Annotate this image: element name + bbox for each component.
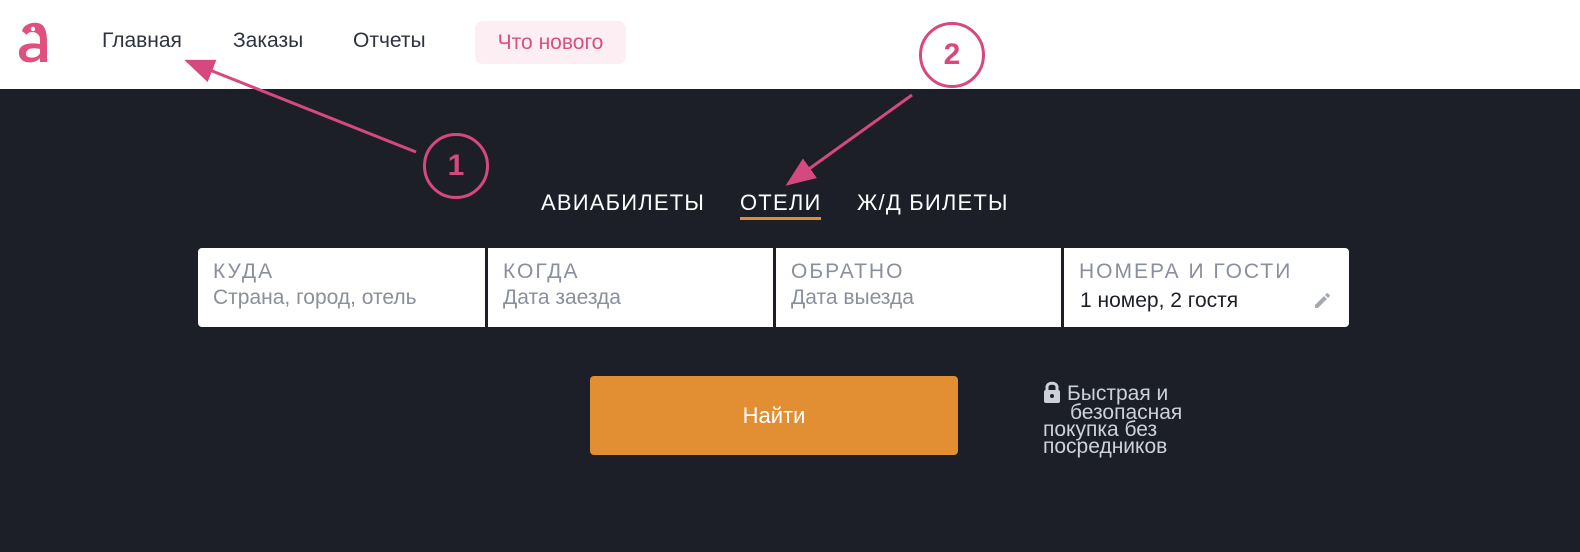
rooms-guests-value: 1 номер, 2 гостя — [1080, 289, 1239, 312]
secure-note-line-4: посредников — [1043, 435, 1168, 458]
destination-placeholder: Страна, город, отель — [213, 286, 417, 309]
tab-rail[interactable]: Ж/Д БИЛЕТЫ — [857, 190, 1009, 216]
check-in-date-field[interactable]: КОГДА Дата заезда — [488, 248, 773, 327]
nav-orders-link[interactable]: Заказы — [233, 29, 303, 53]
destination-field[interactable]: КУДА Страна, город, отель — [198, 248, 485, 327]
check-in-label: КОГДА — [503, 260, 580, 283]
brand-logo-icon[interactable] — [14, 18, 56, 64]
check-out-label: ОБРАТНО — [791, 260, 905, 283]
nav-home-link[interactable]: Главная — [102, 29, 182, 53]
lock-icon — [1044, 381, 1060, 403]
tab-flights[interactable]: АВИАБИЛЕТЫ — [541, 190, 705, 216]
tab-hotels[interactable]: ОТЕЛИ — [740, 190, 822, 220]
rooms-guests-field[interactable]: НОМЕРА И ГОСТИ 1 номер, 2 гостя — [1064, 248, 1349, 327]
secure-purchase-note: Быстрая и безопасная покупка без посредн… — [1043, 380, 1218, 458]
check-out-date-field[interactable]: ОБРАТНО Дата выезда — [776, 248, 1061, 327]
pencil-icon[interactable] — [1313, 292, 1331, 310]
check-out-placeholder: Дата выезда — [791, 286, 914, 309]
destination-label: КУДА — [213, 260, 275, 283]
annotation-marker-1: 1 — [423, 133, 489, 199]
rooms-guests-label: НОМЕРА И ГОСТИ — [1079, 260, 1293, 283]
top-navigation-bar: Главная Заказы Отчеты Что нового — [0, 0, 1580, 89]
annotation-marker-2: 2 — [919, 22, 985, 88]
nav-reports-link[interactable]: Отчеты — [353, 29, 426, 53]
search-button[interactable]: Найти — [590, 376, 958, 455]
nav-whats-new-button[interactable]: Что нового — [475, 21, 626, 64]
check-in-placeholder: Дата заезда — [503, 286, 621, 309]
